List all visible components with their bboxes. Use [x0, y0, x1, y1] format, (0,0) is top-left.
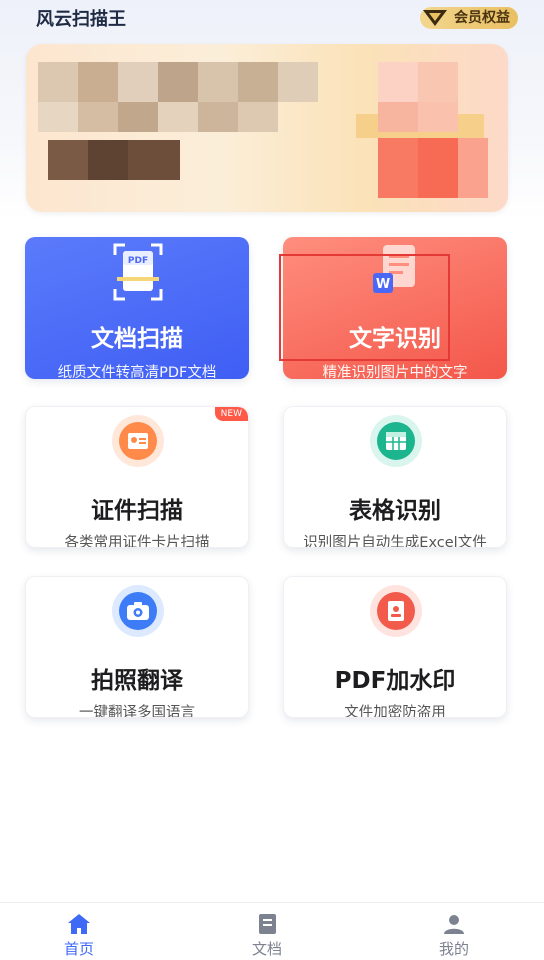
bottom-tab-bar: 首页 文档 我的: [0, 902, 544, 960]
home-icon: [68, 914, 90, 934]
tab-documents[interactable]: 文档: [227, 903, 307, 960]
photo-translate-card[interactable]: 拍照翻译 一键翻译多国语言: [25, 576, 249, 718]
card-subtitle: 文件加密防盗用: [344, 705, 446, 718]
card-title: 文档扫描: [91, 326, 183, 352]
document-icon: [259, 914, 276, 934]
card-subtitle: 一键翻译多国语言: [79, 705, 195, 718]
id-card-icon: [112, 415, 164, 467]
card-subtitle: 精准识别图片中的文字: [322, 365, 468, 379]
vip-benefits-button[interactable]: 会员权益: [420, 7, 518, 29]
table-icon: [370, 415, 422, 467]
doc-scan-card[interactable]: PDF 文档扫描 纸质文件转高清PDF文档: [25, 237, 249, 379]
tab-label: 我的: [438, 940, 469, 958]
card-subtitle: 纸质文件转高清PDF文档: [57, 365, 217, 379]
camera-translate-icon: [112, 585, 164, 637]
tab-home[interactable]: 首页: [39, 903, 119, 960]
card-title: 表格识别: [349, 498, 441, 524]
vip-crown-icon: [423, 10, 447, 26]
pdf-watermark-card[interactable]: PDF加水印 文件加密防盗用: [283, 576, 507, 718]
card-title: 拍照翻译: [91, 668, 183, 694]
card-subtitle: 各类常用证件卡片扫描: [64, 535, 210, 548]
app-title: 风云扫描王: [36, 9, 126, 30]
pdf-scan-icon: PDF: [113, 243, 163, 301]
watermark-icon: [370, 585, 422, 637]
card-subtitle: 识别图片自动生成Excel文件: [303, 535, 487, 548]
card-title: 证件扫描: [91, 498, 183, 524]
banner-image: [26, 44, 508, 212]
user-icon: [444, 915, 464, 934]
header: 风云扫描王 会员权益: [0, 0, 544, 36]
card-title: PDF加水印: [334, 668, 456, 694]
promo-banner[interactable]: [26, 44, 508, 212]
table-recognition-card[interactable]: 表格识别 识别图片自动生成Excel文件: [283, 406, 507, 548]
new-badge: NEW: [214, 407, 248, 421]
svg-text:PDF: PDF: [128, 256, 148, 266]
id-scan-card[interactable]: NEW 证件扫描 各类常用证件卡片扫描: [25, 406, 249, 548]
tab-profile[interactable]: 我的: [414, 903, 494, 960]
selection-highlight: [279, 254, 450, 361]
tab-label: 文档: [251, 940, 282, 958]
vip-label: 会员权益: [454, 10, 510, 26]
tab-label: 首页: [63, 940, 94, 958]
